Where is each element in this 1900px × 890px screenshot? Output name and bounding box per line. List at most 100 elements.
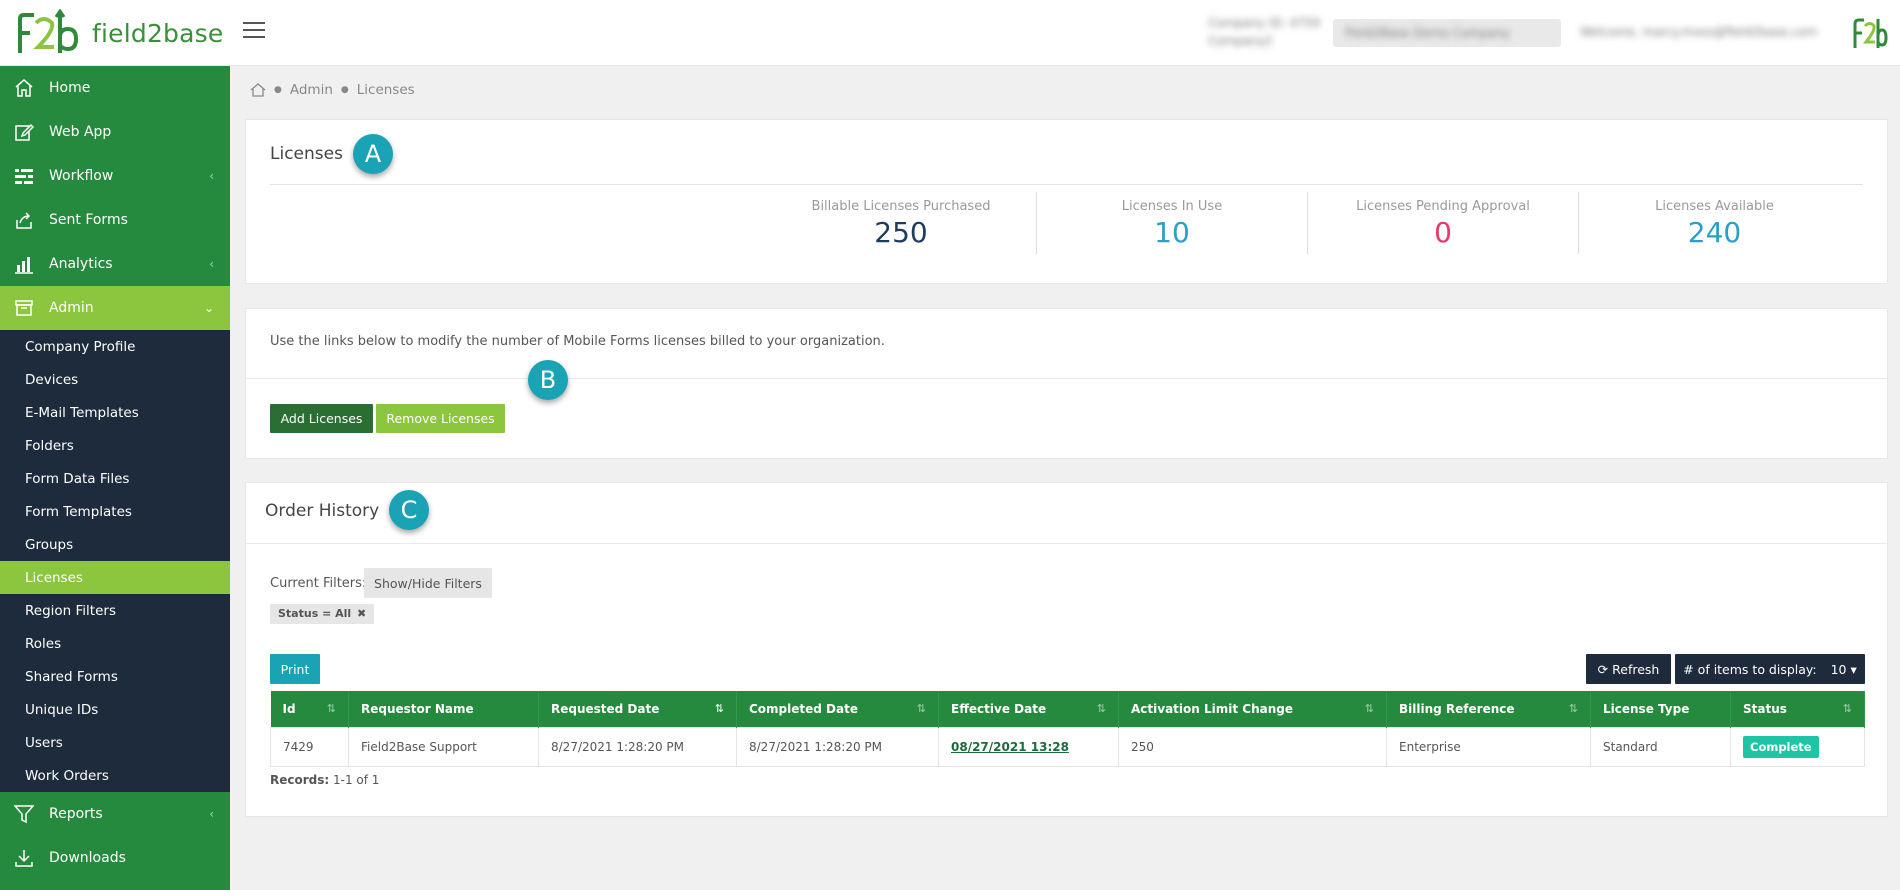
sidebar-item-analytics[interactable]: Analytics ‹ — [0, 242, 230, 286]
stat-label: Licenses In Use — [1121, 199, 1223, 214]
refresh-button[interactable]: ⟳ Refresh — [1586, 654, 1671, 684]
licenses-divider — [270, 184, 1863, 185]
cell-requestor: Field2Base Support — [348, 726, 539, 767]
sort-icon[interactable]: ⇅ — [327, 702, 336, 715]
add-licenses-button[interactable]: Add Licenses — [270, 404, 373, 433]
company-name: Company2 — [1208, 34, 1273, 48]
column-header-license-type[interactable]: License Type — [1590, 691, 1731, 727]
sidebar-item-reports[interactable]: Reports ‹ — [0, 792, 230, 836]
sidebar-item-form-data-files[interactable]: Form Data Files — [0, 462, 230, 495]
sort-icon[interactable]: ⇅ — [917, 702, 926, 715]
stat-value: 250 — [874, 216, 928, 249]
breadcrumb-separator: ● — [340, 85, 349, 95]
sidebar-item-email-templates[interactable]: E-Mail Templates — [0, 396, 230, 429]
sort-icon[interactable]: ⇅ — [1569, 702, 1578, 715]
column-header-requested-date[interactable]: Requested Date ⇅ — [538, 691, 737, 727]
filter-chip-label: Status = All — [278, 607, 352, 620]
column-header-effective-date[interactable]: Effective Date ⇅ — [938, 691, 1119, 727]
welcome-text: Welcome, marcy.moss@field2base.com — [1580, 25, 1818, 39]
column-header-id[interactable]: Id ⇅ — [270, 691, 349, 727]
current-filters-label: Current Filters: — [270, 576, 367, 591]
sidebar-item-unique-ids[interactable]: Unique IDs — [0, 693, 230, 726]
chevron-left-icon: ‹ — [209, 257, 214, 271]
caret-down-icon: ▾ — [1850, 661, 1857, 677]
filter-icon — [14, 804, 34, 824]
sidebar-item-label: Admin — [49, 300, 94, 316]
sidebar-item-downloads[interactable]: Downloads — [0, 836, 230, 880]
brand-logo[interactable]: field2base — [14, 9, 223, 57]
sidebar-item-roles[interactable]: Roles — [0, 627, 230, 660]
user-avatar-logo-icon[interactable] — [1852, 16, 1888, 50]
modify-divider — [246, 378, 1887, 379]
cell-requested-date: 8/27/2021 1:28:20 PM — [538, 726, 737, 767]
stat-pending-approval: Licenses Pending Approval 0 — [1308, 192, 1579, 254]
effective-date-link[interactable]: 08/27/2021 13:28 — [951, 740, 1069, 754]
stat-in-use: Licenses In Use 10 — [1037, 192, 1308, 254]
items-per-page-label: # of items to display: — [1683, 661, 1817, 677]
order-history-table: Id ⇅ Requestor Name Requested Date ⇅ Compl… — [270, 691, 1865, 767]
sidebar-item-devices[interactable]: Devices — [0, 363, 230, 396]
company-select[interactable]: Field2Base Demo Company — [1333, 19, 1561, 47]
sidebar-item-form-templates[interactable]: Form Templates — [0, 495, 230, 528]
breadcrumb-separator: ● — [274, 85, 282, 95]
breadcrumb-admin[interactable]: Admin — [290, 82, 333, 98]
sidebar-item-sent-forms[interactable]: Sent Forms — [0, 198, 230, 242]
sidebar-item-folders[interactable]: Folders — [0, 429, 230, 462]
sidebar: Home Web App Workflow ‹ Sent Forms Analy… — [0, 66, 230, 890]
sidebar-item-label: Sent Forms — [49, 212, 128, 228]
sidebar-item-company-profile[interactable]: Company Profile — [0, 330, 230, 363]
filter-chip-status[interactable]: Status = All ✖ — [270, 604, 375, 624]
f2b-logo-icon — [18, 9, 79, 53]
menu-toggle-icon[interactable] — [243, 22, 265, 40]
sidebar-item-users[interactable]: Users — [0, 726, 230, 759]
home-icon[interactable] — [250, 82, 266, 98]
sort-icon[interactable]: ⇅ — [1365, 702, 1374, 715]
sidebar-item-work-orders[interactable]: Work Orders — [0, 759, 230, 792]
sort-asc-icon[interactable]: ⇅ — [715, 702, 724, 715]
sidebar-item-licenses[interactable]: Licenses — [0, 561, 230, 594]
breadcrumb: ● Admin ● Licenses — [250, 82, 415, 98]
column-header-activation-limit[interactable]: Activation Limit Change ⇅ — [1118, 691, 1387, 727]
sort-icon[interactable]: ⇅ — [1097, 702, 1106, 715]
cell-license-type: Standard — [1590, 726, 1731, 767]
license-stats: Billable Licenses Purchased 250 Licenses… — [766, 192, 1850, 254]
stat-label: Billable Licenses Purchased — [811, 199, 991, 214]
remove-licenses-button[interactable]: Remove Licenses — [376, 404, 505, 433]
archive-icon — [14, 298, 34, 318]
remove-filter-icon[interactable]: ✖ — [357, 607, 366, 620]
stat-label: Licenses Pending Approval — [1356, 199, 1530, 214]
sidebar-item-home[interactable]: Home — [0, 66, 230, 110]
sidebar-item-region-filters[interactable]: Region Filters — [0, 594, 230, 627]
stat-available: Licenses Available 240 — [1579, 192, 1850, 254]
column-header-status[interactable]: Status ⇅ — [1730, 691, 1865, 727]
column-header-billing-reference[interactable]: Billing Reference ⇅ — [1386, 691, 1591, 727]
column-header-completed-date[interactable]: Completed Date ⇅ — [736, 691, 939, 727]
print-button[interactable]: Print — [270, 654, 320, 684]
sidebar-item-label: Workflow — [49, 168, 114, 184]
items-per-page-dropdown[interactable]: # of items to display: 10 ▾ — [1675, 654, 1865, 684]
company-info: Company ID: 4759 Company2 — [1208, 14, 1320, 50]
cell-completed-date: 8/27/2021 1:28:20 PM — [736, 726, 939, 767]
sidebar-item-admin[interactable]: Admin ⌄ — [0, 286, 230, 330]
sidebar-item-groups[interactable]: Groups — [0, 528, 230, 561]
cell-activation-limit: 250 — [1118, 726, 1387, 767]
order-history-card: Order History C Current Filters: Show/Hi… — [245, 482, 1888, 817]
refresh-label: Refresh — [1612, 661, 1660, 677]
column-header-requestor[interactable]: Requestor Name — [348, 691, 539, 727]
sort-icon[interactable]: ⇅ — [1843, 702, 1852, 715]
workflow-icon — [14, 166, 34, 186]
sidebar-item-workflow[interactable]: Workflow ‹ — [0, 154, 230, 198]
sidebar-item-label: Web App — [49, 124, 112, 140]
sidebar-item-shared-forms[interactable]: Shared Forms — [0, 660, 230, 693]
sidebar-item-web-app[interactable]: Web App — [0, 110, 230, 154]
breadcrumb-licenses: Licenses — [356, 82, 415, 98]
show-hide-filters-button[interactable]: Show/Hide Filters — [364, 568, 492, 598]
licenses-card: Licenses A Billable Licenses Purchased 2… — [245, 119, 1888, 284]
home-icon — [14, 78, 34, 98]
cell-billing-reference: Enterprise — [1386, 726, 1591, 767]
chevron-left-icon: ‹ — [209, 807, 214, 821]
sidebar-item-label: Downloads — [49, 850, 126, 866]
top-bar: field2base Company ID: 4759 Company2 Fie… — [0, 0, 1900, 66]
bar-chart-icon — [14, 254, 34, 274]
sidebar-item-label: Home — [49, 80, 91, 96]
